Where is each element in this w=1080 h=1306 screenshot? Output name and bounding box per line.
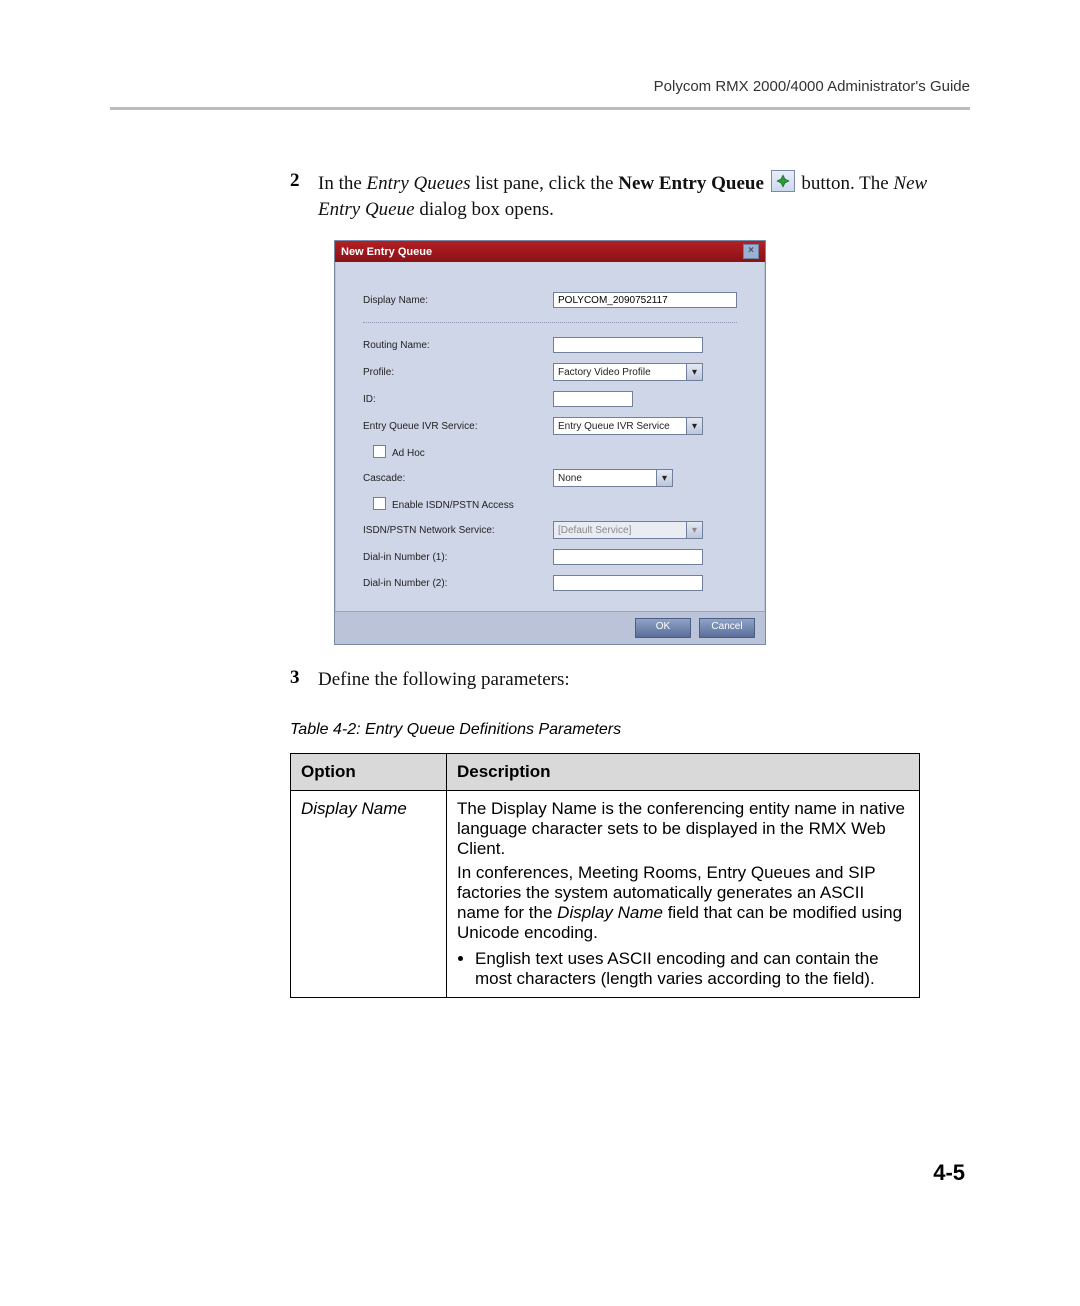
t: dialog box opens. <box>415 199 554 220</box>
close-icon[interactable]: × <box>743 244 759 259</box>
td-option: Display Name <box>291 790 447 997</box>
id-label: ID: <box>363 394 553 405</box>
step-3-text: Define the following parameters: <box>318 667 570 693</box>
t: New Entry Queue <box>618 173 764 194</box>
display-name-label: Display Name: <box>363 295 553 306</box>
th-option: Option <box>291 753 447 790</box>
new-entry-queue-icon <box>771 170 795 192</box>
cascade-label: Cascade: <box>363 473 553 484</box>
enable-isdn-checkbox[interactable] <box>373 497 386 510</box>
t: button. The <box>801 173 893 194</box>
chevron-down-icon: ▾ <box>686 418 702 434</box>
step-3-number: 3 <box>290 667 318 693</box>
step-2-number: 2 <box>290 170 318 222</box>
td-description: The Display Name is the conferencing ent… <box>447 790 920 997</box>
enable-isdn-label: Enable ISDN/PSTN Access <box>392 500 514 511</box>
t: list pane, click the <box>471 173 619 194</box>
cancel-button[interactable]: Cancel <box>699 618 755 638</box>
profile-select[interactable]: Factory Video Profile ▾ <box>553 363 703 381</box>
page-number: 4-5 <box>933 1160 965 1186</box>
t: Display Name <box>557 903 663 922</box>
t: In the <box>318 173 367 194</box>
chevron-down-icon: ▾ <box>686 522 702 538</box>
step-2-text: In the Entry Queues list pane, click the… <box>318 170 970 222</box>
parameters-table: Option Description Display Name The Disp… <box>290 753 920 998</box>
adhoc-row: Ad Hoc <box>363 445 563 459</box>
dial1-input[interactable] <box>553 549 703 565</box>
display-name-input[interactable] <box>553 292 737 308</box>
chevron-down-icon: ▾ <box>656 470 672 486</box>
isdn-service-select: [Default Service] ▾ <box>553 521 703 539</box>
header-title: Polycom RMX 2000/4000 Administrator's Gu… <box>110 78 970 95</box>
sel-text: Entry Queue IVR Service <box>558 421 670 432</box>
p: The Display Name is the conferencing ent… <box>457 799 909 859</box>
dial2-input[interactable] <box>553 575 703 591</box>
new-entry-queue-dialog: New Entry Queue × Display Name: Routing … <box>334 240 766 645</box>
ivr-select[interactable]: Entry Queue IVR Service ▾ <box>553 417 703 435</box>
routing-name-label: Routing Name: <box>363 340 553 351</box>
bullet: English text uses ASCII encoding and can… <box>475 949 909 989</box>
dialog-title: New Entry Queue <box>341 246 432 258</box>
routing-name-input[interactable] <box>553 337 703 353</box>
dialog-titlebar: New Entry Queue × <box>335 241 765 262</box>
cascade-select[interactable]: None ▾ <box>553 469 673 487</box>
t: Entry Queues <box>367 173 471 194</box>
ok-button[interactable]: OK <box>635 618 691 638</box>
adhoc-checkbox[interactable] <box>373 445 386 458</box>
p: In conferences, Meeting Rooms, Entry Que… <box>457 863 909 943</box>
divider <box>363 322 737 323</box>
sel-text: [Default Service] <box>558 525 631 536</box>
dial1-label: Dial-in Number (1): <box>363 552 553 563</box>
adhoc-label: Ad Hoc <box>392 448 425 459</box>
enable-isdn-row: Enable ISDN/PSTN Access <box>363 497 563 511</box>
header-rule <box>110 107 970 110</box>
chevron-down-icon: ▾ <box>686 364 702 380</box>
sel-text: Factory Video Profile <box>558 367 651 378</box>
isdn-service-label: ISDN/PSTN Network Service: <box>363 525 553 536</box>
ivr-label: Entry Queue IVR Service: <box>363 421 553 432</box>
profile-label: Profile: <box>363 367 553 378</box>
table-caption: Table 4-2: Entry Queue Definitions Param… <box>290 721 970 739</box>
dial2-label: Dial-in Number (2): <box>363 578 553 589</box>
th-description: Description <box>447 753 920 790</box>
id-input[interactable] <box>553 391 633 407</box>
sel-text: None <box>558 473 582 484</box>
